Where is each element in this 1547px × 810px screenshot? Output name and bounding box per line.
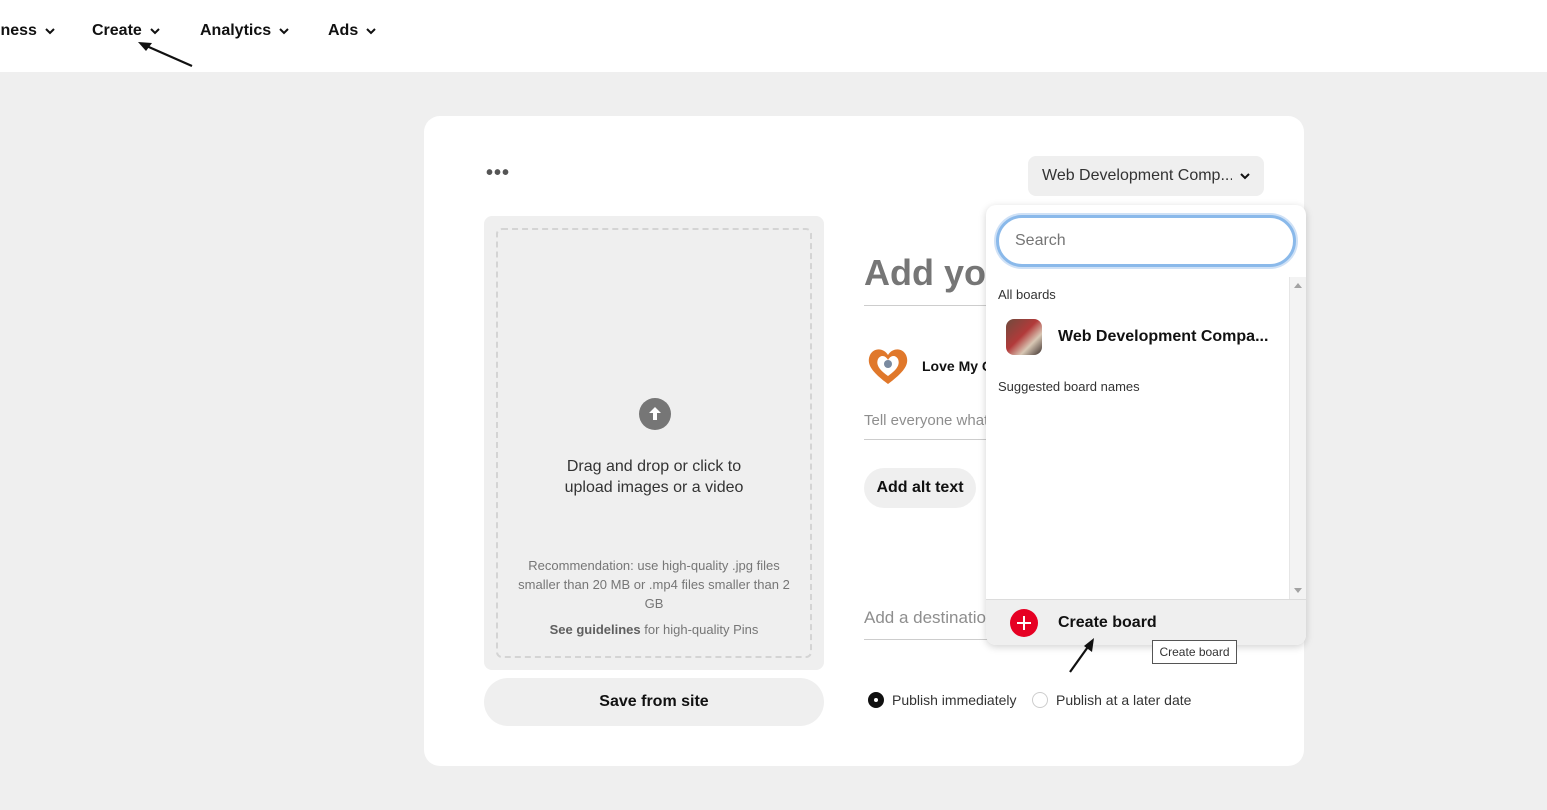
upload-guidelines: See guidelines for high-quality Pins [498,622,810,637]
see-guidelines-link[interactable]: See guidelines [550,622,641,637]
title-input[interactable]: Add your title [864,248,994,306]
board-select-label: Web Development Comp... [1042,167,1232,184]
upload-recommendation: Recommendation: use high-quality .jpg fi… [518,558,790,611]
more-options-icon[interactable]: ••• [486,163,510,183]
scroll-up-icon[interactable] [1294,283,1302,288]
dropdown-scrollbar[interactable] [1289,277,1306,599]
nav-ads-label: Ads [328,22,359,39]
top-nav: iness Create Analytics Ads [0,0,1547,72]
nav-ads[interactable]: Ads [328,22,376,40]
guidelines-suffix: for high-quality Pins [640,622,759,637]
nav-analytics-label: Analytics [200,22,272,39]
description-input[interactable]: Tell everyone what [864,412,994,440]
board-option-name: Web Development Compa... [1058,328,1269,345]
create-board-tooltip: Create board [1152,640,1237,664]
destination-link-input[interactable]: Add a destination [864,608,994,640]
board-option[interactable]: Web Development Compa... [1006,319,1268,355]
pin-author: Love My Co [864,342,994,390]
suggested-boards-heading: Suggested board names [998,379,1140,394]
publish-later-option[interactable]: Publish at a later date [1032,692,1191,708]
scroll-down-icon[interactable] [1294,588,1302,593]
board-list: All boards Web Development Compa... Sugg… [986,277,1290,599]
avatar [864,342,912,390]
author-name: Love My Co [922,358,994,374]
chevron-down-icon [1240,173,1250,180]
chevron-down-icon [366,28,376,35]
upload-instructions: Drag and drop or click to upload images … [564,458,744,496]
upload-dropzone[interactable]: Drag and drop or click to upload images … [496,228,812,658]
upload-area[interactable]: Drag and drop or click to upload images … [484,216,824,670]
nav-create[interactable]: Create [92,22,160,40]
publish-immediately-label: Publish immediately [892,692,1017,708]
save-from-site-button[interactable]: Save from site [484,678,824,726]
publish-later-label: Publish at a later date [1056,692,1192,708]
create-board-label: Create board [1058,613,1157,631]
create-board-button[interactable]: Create board [986,599,1306,645]
board-search-input[interactable] [996,215,1296,267]
board-thumbnail [1006,319,1042,355]
chevron-down-icon [150,28,160,35]
publish-immediately-option[interactable]: Publish immediately [868,692,1017,708]
nav-business-label: iness [0,22,37,39]
publish-immediately-radio[interactable] [868,692,884,708]
upload-arrow-icon [639,398,671,430]
nav-create-label: Create [92,22,142,39]
board-picker-dropdown: All boards Web Development Compa... Sugg… [986,205,1306,645]
publish-later-radio[interactable] [1032,692,1048,708]
board-select-dropdown[interactable]: Web Development Comp... [1028,156,1264,196]
nav-analytics[interactable]: Analytics [200,22,289,40]
nav-business[interactable]: iness [0,22,55,40]
all-boards-heading: All boards [998,287,1056,302]
plus-icon [1010,608,1038,637]
chevron-down-icon [279,28,289,35]
chevron-down-icon [45,28,55,35]
add-alt-text-button[interactable]: Add alt text [864,468,976,508]
